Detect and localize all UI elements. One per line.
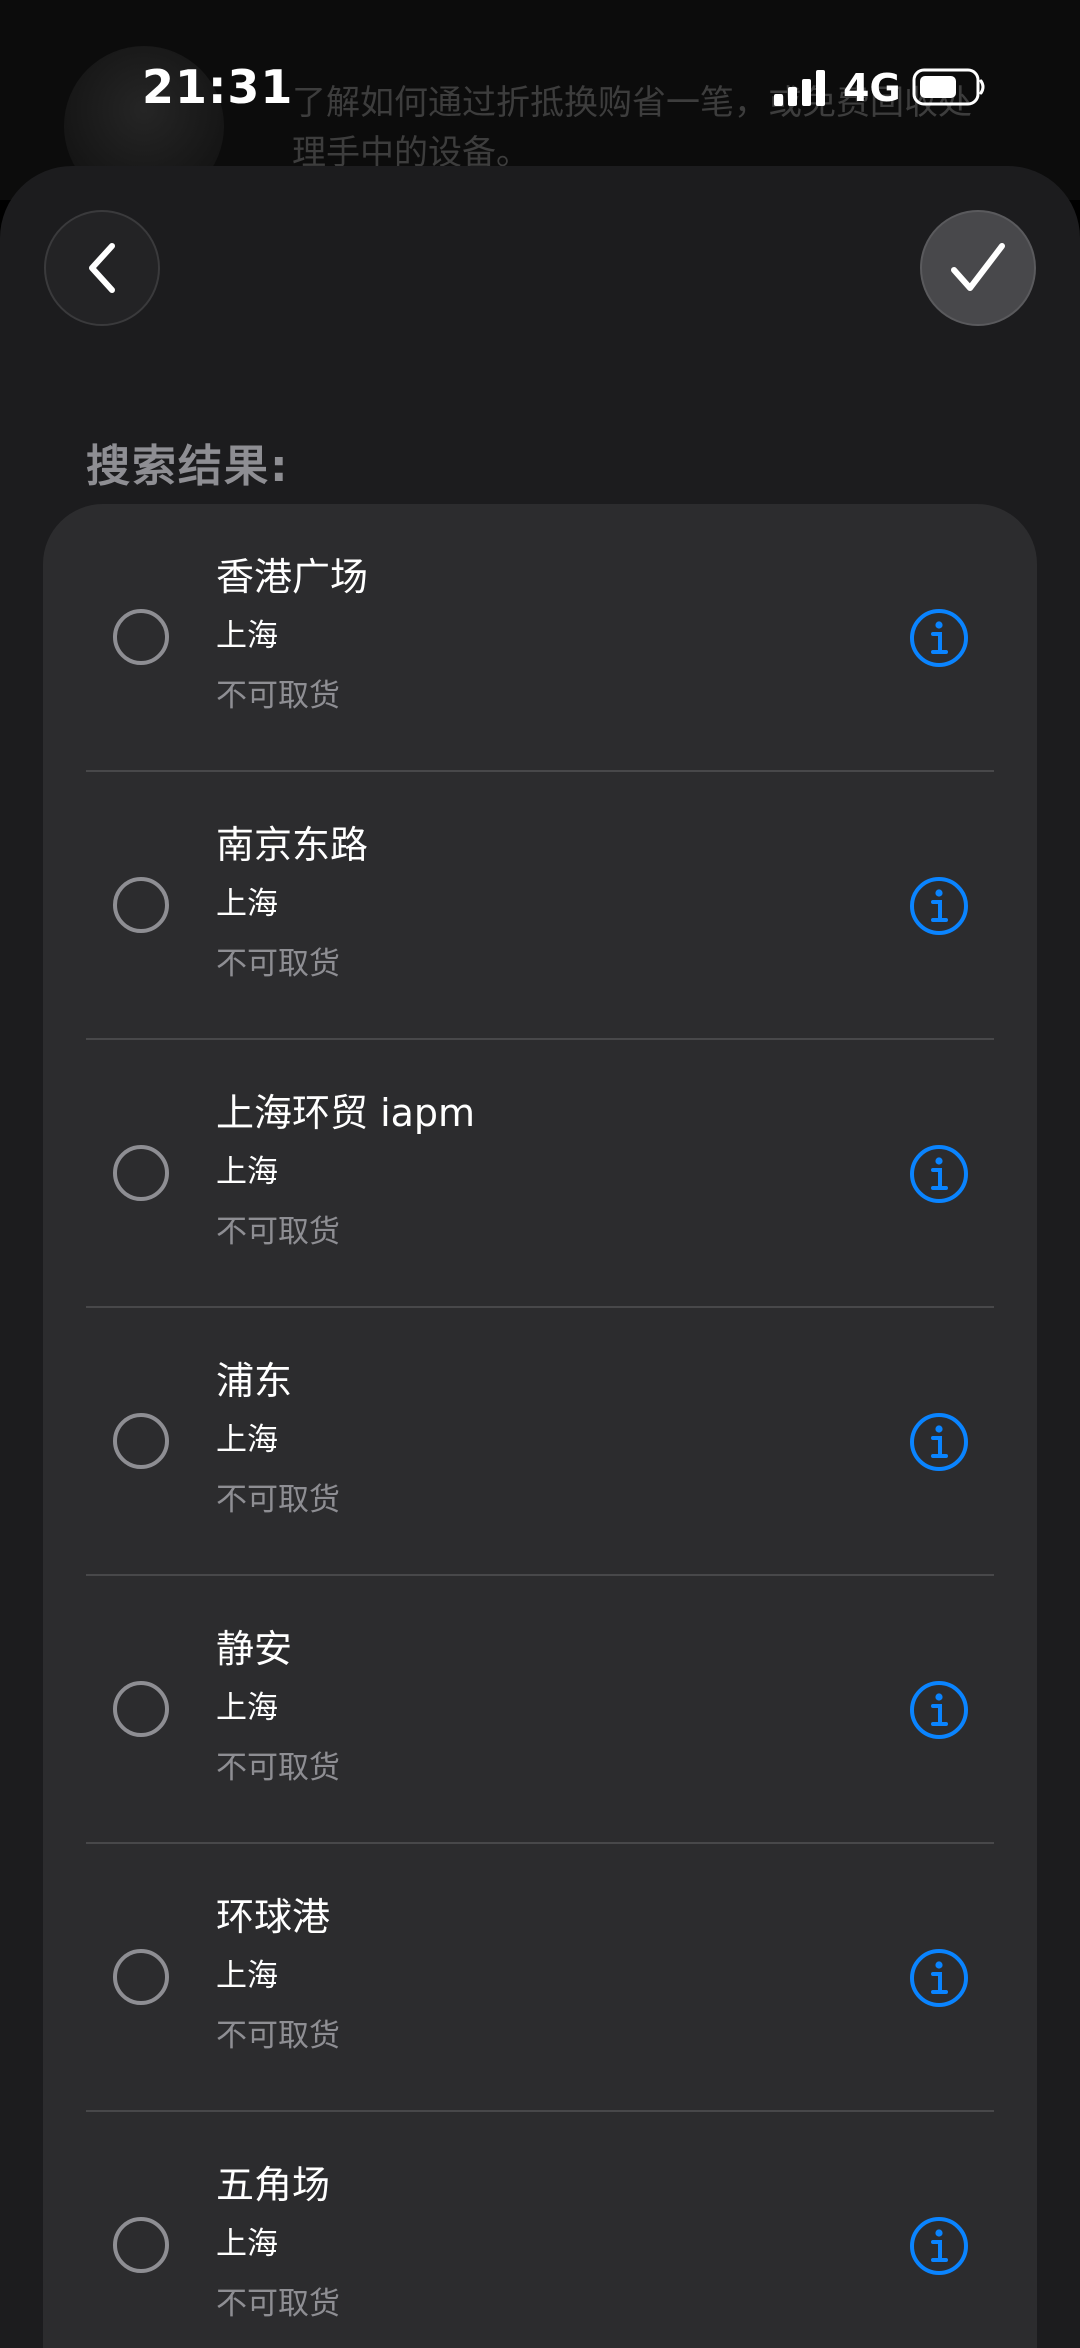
info-icon[interactable] [909, 1948, 969, 2008]
info-icon[interactable] [909, 608, 969, 668]
pickup-status: 不可取货 [216, 1482, 340, 1518]
search-results-list: 香港广场 上海 不可取货 南京东路 上海 不可取货 上海环贸 iapm 上海 不… [43, 504, 1037, 2348]
store-city: 上海 [216, 1422, 278, 1458]
store-city: 上海 [216, 618, 278, 654]
store-radio-button[interactable] [113, 1145, 169, 1201]
cellular-signal-icon [774, 70, 825, 106]
store-name: 香港广场 [216, 555, 369, 599]
pickup-status: 不可取货 [216, 946, 340, 982]
store-city: 上海 [216, 1154, 278, 1190]
network-type-label: 4G [843, 66, 901, 110]
section-title: 搜索结果: [86, 441, 290, 492]
store-row[interactable]: 上海环贸 iapm 上海 不可取货 [43, 1040, 1037, 1308]
store-name: 环球港 [216, 1895, 331, 1939]
store-city: 上海 [216, 1690, 278, 1726]
store-row[interactable]: 静安 上海 不可取货 [43, 1576, 1037, 1844]
pickup-status: 不可取货 [216, 2018, 340, 2054]
confirm-button[interactable] [920, 210, 1036, 326]
store-row[interactable]: 浦东 上海 不可取货 [43, 1308, 1037, 1576]
store-row[interactable]: 南京东路 上海 不可取货 [43, 772, 1037, 1040]
info-icon[interactable] [909, 1412, 969, 1472]
info-icon[interactable] [909, 1680, 969, 1740]
store-city: 上海 [216, 1958, 278, 1994]
battery-icon [912, 68, 985, 106]
store-city: 上海 [216, 2226, 278, 2262]
back-button[interactable] [44, 210, 160, 326]
info-icon[interactable] [909, 1144, 969, 1204]
status-time: 21:31 [142, 60, 294, 114]
store-name: 浦东 [216, 1359, 293, 1403]
pickup-status: 不可取货 [216, 2286, 340, 2322]
store-row[interactable]: 香港广场 上海 不可取货 [43, 504, 1037, 772]
store-name: 静安 [216, 1627, 293, 1671]
store-radio-button[interactable] [113, 1681, 169, 1737]
store-radio-button[interactable] [113, 609, 169, 665]
store-name: 上海环贸 iapm [216, 1091, 476, 1135]
store-row[interactable]: 环球港 上海 不可取货 [43, 1844, 1037, 2112]
screen: 了解如何通过折抵换购省一笔，或免费回收处理手中的设备。 21:31 4G 搜索结… [0, 0, 1080, 2348]
store-name: 南京东路 [216, 823, 369, 867]
store-radio-button[interactable] [113, 1413, 169, 1469]
store-city: 上海 [216, 886, 278, 922]
checkmark-icon [951, 243, 1005, 291]
pickup-status: 不可取货 [216, 678, 340, 714]
pickup-status: 不可取货 [216, 1214, 340, 1250]
status-bar: 21:31 4G [0, 0, 1080, 176]
info-icon[interactable] [909, 876, 969, 936]
chevron-left-icon [89, 243, 115, 293]
store-name: 五角场 [216, 2163, 331, 2207]
store-radio-button[interactable] [113, 1949, 169, 2005]
store-radio-button[interactable] [113, 2217, 169, 2273]
pickup-status: 不可取货 [216, 1750, 340, 1786]
store-radio-button[interactable] [113, 877, 169, 933]
info-icon[interactable] [909, 2216, 969, 2276]
store-row[interactable]: 五角场 上海 不可取货 [43, 2112, 1037, 2348]
